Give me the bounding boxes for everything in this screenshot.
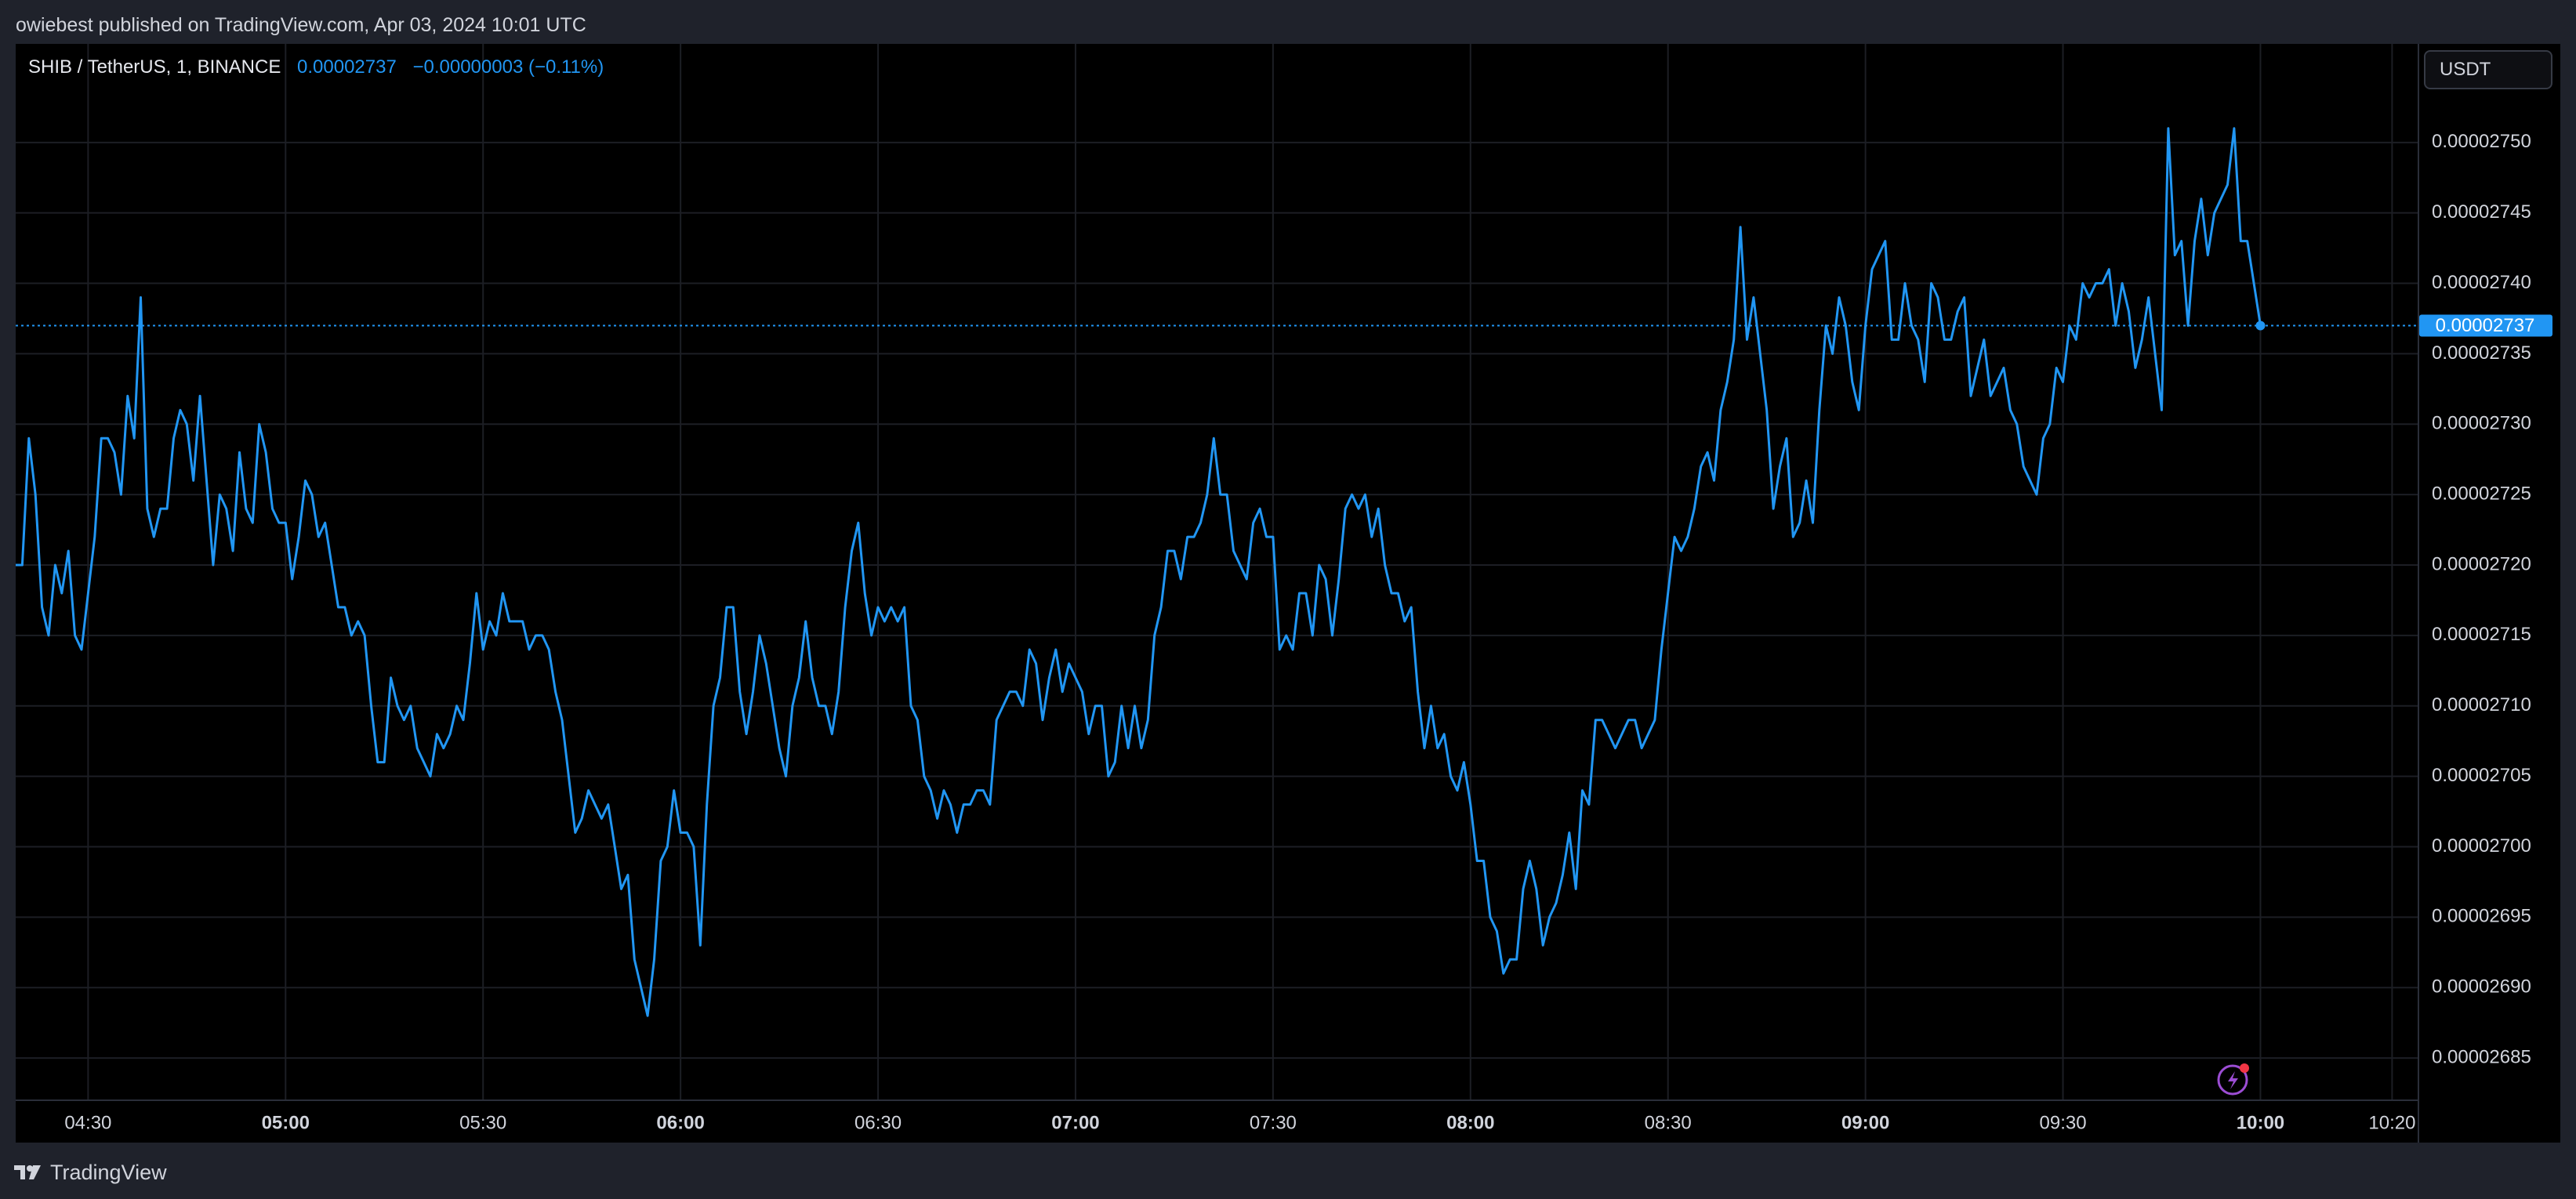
y-tick-label: 0.00002720 bbox=[2432, 553, 2531, 574]
x-tick-label: 04:30 bbox=[64, 1112, 111, 1133]
flash-icon[interactable] bbox=[2217, 1063, 2249, 1096]
last-price-dot bbox=[2255, 321, 2266, 331]
x-tick-label: 09:00 bbox=[1841, 1112, 1889, 1133]
x-tick-label: 09:30 bbox=[2040, 1112, 2087, 1133]
legend-change: −0.00000003 (−0.11%) bbox=[412, 56, 604, 78]
x-tick-label: 05:30 bbox=[459, 1112, 506, 1133]
y-tick-label: 0.00002750 bbox=[2432, 131, 2531, 152]
price-axis: 0.00002750 0.00002745 0.00002740 0.00002735… bbox=[2432, 131, 2531, 1067]
y-tick-label: 0.00002690 bbox=[2432, 976, 2531, 998]
price-series-line bbox=[16, 127, 2262, 1017]
y-tick-label: 0.00002715 bbox=[2432, 624, 2531, 645]
x-tick-label: 06:30 bbox=[854, 1112, 902, 1133]
x-tick-label: 07:30 bbox=[1250, 1112, 1297, 1133]
time-axis: 04:30 05:00 05:30 06:00 06:30 07:00 07:30 08:00… bbox=[64, 1112, 2415, 1133]
x-tick-label: 08:30 bbox=[1645, 1112, 1692, 1133]
y-tick-label: 0.00002745 bbox=[2432, 201, 2531, 223]
footer-brand-text: TradingView bbox=[50, 1160, 167, 1184]
x-tick-label: 10:20 bbox=[2368, 1112, 2415, 1133]
y-tick-label: 0.00002735 bbox=[2432, 342, 2531, 364]
y-tick-label: 0.00002705 bbox=[2432, 765, 2531, 786]
tradingview-logo-icon bbox=[14, 1165, 41, 1179]
y-tick-label: 0.00002695 bbox=[2432, 906, 2531, 927]
y-tick-label: 0.00002710 bbox=[2432, 694, 2531, 715]
legend-last-value: 0.00002737 bbox=[297, 56, 397, 78]
x-tick-label: 06:00 bbox=[656, 1112, 704, 1133]
currency-button[interactable]: USDT bbox=[2424, 50, 2552, 89]
legend-symbol: SHIB / TetherUS, 1, BINANCE bbox=[28, 56, 281, 78]
footer-brand[interactable]: TradingView bbox=[14, 1157, 167, 1188]
x-tick-label: 07:00 bbox=[1051, 1112, 1099, 1133]
price-label-badge: 0.00002737 bbox=[2419, 314, 2552, 337]
x-tick-label: 08:00 bbox=[1446, 1112, 1494, 1133]
symbol-legend: SHIB / TetherUS, 1, BINANCE 0.00002737 −… bbox=[28, 55, 604, 80]
price-chart[interactable]: 0.00002750 0.00002745 0.00002740 0.00002735… bbox=[0, 0, 2576, 1199]
y-tick-label: 0.00002700 bbox=[2432, 835, 2531, 857]
chart-grid bbox=[16, 44, 2418, 1100]
x-tick-label: 05:00 bbox=[262, 1112, 310, 1133]
y-tick-label: 0.00002725 bbox=[2432, 483, 2531, 504]
y-tick-label: 0.00002740 bbox=[2432, 272, 2531, 293]
y-tick-label: 0.00002685 bbox=[2432, 1046, 2531, 1067]
y-tick-label: 0.00002730 bbox=[2432, 413, 2531, 434]
last-price-badge-text: 0.00002737 bbox=[2436, 315, 2535, 336]
x-tick-label: 10:00 bbox=[2237, 1112, 2284, 1133]
